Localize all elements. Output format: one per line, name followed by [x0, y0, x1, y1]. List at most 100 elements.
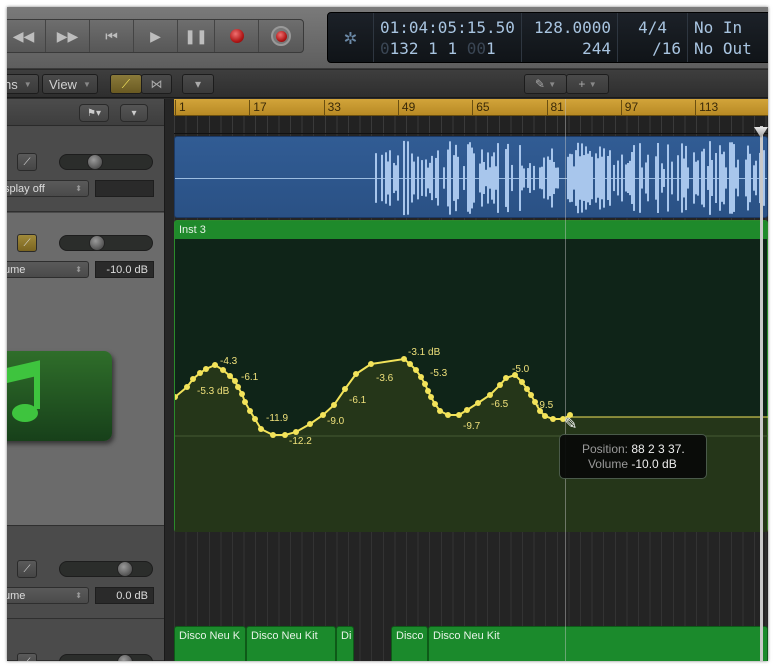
waveform-peak: [587, 153, 589, 203]
waveform-peak: [571, 154, 573, 202]
flag-icon: ⚑▾: [87, 107, 101, 119]
automation-lane[interactable]: -5.3 dB -4.3 -6.1 -11.9 -12.2 -9.0 -6.1 -3.6 -3.…: [175, 239, 768, 532]
record-button[interactable]: [215, 20, 259, 52]
pointer-tool-menu[interactable]: ✎ ▼: [524, 74, 567, 94]
header-divider[interactable]: [164, 99, 174, 661]
division[interactable]: /16: [652, 38, 681, 59]
automation-node: [437, 408, 443, 414]
track-automation-button[interactable]: ⟋: [17, 560, 37, 578]
automation-parameter-select[interactable]: ume ⬍: [7, 587, 89, 604]
volume-knob[interactable]: [87, 154, 103, 170]
automation-value-label: -5.0: [512, 364, 530, 375]
track-options-button[interactable]: ▾: [120, 104, 148, 122]
automation-node: [432, 401, 438, 407]
capture-record-button[interactable]: [259, 20, 303, 52]
volume-knob[interactable]: [117, 561, 133, 577]
bar-ruler[interactable]: 1173349658197113129: [174, 99, 768, 116]
waveform-peak: [633, 145, 635, 211]
functions-menu[interactable]: ns ▼: [7, 74, 39, 94]
waveform-peak: [729, 142, 731, 214]
flex-toggle-button[interactable]: ⋈: [141, 74, 172, 94]
waveform-peak: [625, 164, 627, 192]
volume-slider[interactable]: [59, 654, 153, 661]
volume-knob[interactable]: [117, 654, 133, 661]
waveform-peak: [735, 167, 737, 189]
playhead[interactable]: [565, 99, 566, 661]
in-locator[interactable]: No In: [694, 17, 762, 38]
drum-region[interactable]: Disco Neu Kit: [246, 626, 336, 661]
command-tool-menu[interactable]: + ▼: [566, 74, 609, 94]
audio-region[interactable]: [174, 136, 768, 218]
automation-parameter-select[interactable]: ume ⬍: [7, 261, 89, 278]
catch-button[interactable]: ▾: [182, 74, 214, 94]
waveform-peak: [599, 146, 601, 210]
track-automation-button[interactable]: ⟋: [17, 234, 37, 252]
fast-forward-button[interactable]: ▶▶: [46, 20, 90, 52]
automation-node: [239, 391, 245, 397]
automation-node: [524, 386, 530, 392]
automation-value-field[interactable]: -10.0 dB: [95, 261, 154, 278]
automation-node: [203, 366, 209, 372]
track-header-drums[interactable]: ⟋ ume ⬍ 0.0 dB: [7, 527, 164, 619]
marker-flag-button[interactable]: ⚑▾: [79, 104, 109, 122]
lcd-display[interactable]: ✲ 01:04:05:15.50 0132 1 1 001 128.0000 2…: [327, 12, 768, 63]
automation-parameter-select[interactable]: splay off ⬍: [7, 180, 89, 197]
position-value: 88 2 3 37.: [631, 441, 685, 456]
volume-slider[interactable]: [59, 561, 153, 577]
play-button[interactable]: ▶: [134, 20, 178, 52]
waveform-peak: [687, 167, 689, 189]
waveform-peak: [547, 156, 549, 200]
midi-region-inst3[interactable]: Inst 3 -5.3 dB -4.3 -6.1 -11.9 -12.2 -9.0 -6.1…: [174, 220, 768, 532]
track-automation-button[interactable]: ⟋: [17, 653, 37, 661]
arrange-area[interactable]: 1173349658197113129 Inst 3 -5.3 dB-4.3-6…: [174, 99, 768, 661]
pause-icon: ❚❚: [184, 27, 208, 44]
rewind-button[interactable]: ◀◀: [7, 20, 46, 52]
time-signature[interactable]: 4/4: [638, 17, 681, 38]
project-end-marker[interactable]: [760, 126, 763, 661]
waveform-peak: [721, 154, 723, 202]
volume-automation-curve[interactable]: -5.3 dB-4.3-6.1-11.9-12.2-9.0-6.1-3.6-3.…: [175, 239, 768, 532]
automation-value-field[interactable]: 0.0 dB: [95, 587, 154, 604]
automation-toggle-button[interactable]: ⟋: [110, 74, 142, 94]
waveform-peak: [411, 153, 413, 203]
drum-region[interactable]: Disco Neu Kit: [428, 626, 768, 661]
pause-button[interactable]: ❚❚: [178, 20, 215, 52]
drum-region[interactable]: Disco: [391, 626, 428, 661]
waveform-peak: [577, 142, 579, 214]
volume-slider[interactable]: [59, 235, 153, 251]
dropdown-icon: ▾: [131, 107, 137, 119]
waveform-peak: [487, 152, 489, 204]
track-automation-button[interactable]: ⟋: [17, 153, 37, 171]
volume-label: Volume: [587, 456, 628, 471]
waveform-peak: [575, 150, 577, 206]
view-menu[interactable]: View ▼: [42, 74, 98, 94]
beat-ruler[interactable]: [174, 116, 768, 134]
automation-value-label: -6.1: [241, 372, 259, 383]
waveform-peak: [693, 152, 695, 204]
track-header-next[interactable]: ⟋: [7, 620, 164, 661]
waveform-peak: [527, 168, 529, 188]
volume-knob[interactable]: [89, 235, 105, 251]
track-header-inst3[interactable]: ⟋ ume ⬍ -10.0 dB: [7, 213, 164, 526]
region-name: Inst 3: [175, 221, 767, 239]
waveform-peak: [639, 143, 641, 213]
go-to-beginning-button[interactable]: ⏮: [90, 20, 134, 52]
tempo-value[interactable]: 128.0000: [534, 17, 611, 38]
out-locator[interactable]: No Out: [694, 38, 762, 59]
waveform-peak: [737, 159, 739, 197]
waveform-peak: [493, 152, 495, 204]
drum-region[interactable]: Disco Neu K: [174, 626, 246, 661]
lcd-settings-button[interactable]: ✲: [328, 13, 374, 62]
waveform-peak: [375, 153, 377, 203]
automation-value-field[interactable]: [95, 180, 154, 197]
automation-node: [353, 371, 359, 377]
waveform-peak: [645, 162, 647, 194]
record-icon: [229, 29, 244, 43]
waveform-peak: [597, 158, 599, 198]
crosshair-icon: +: [578, 77, 586, 91]
drum-region[interactable]: Di: [336, 626, 354, 661]
volume-slider[interactable]: [59, 154, 153, 170]
waveform-peak: [473, 153, 475, 203]
track-header-audio[interactable]: ⟋ splay off ⬍: [7, 127, 164, 212]
waveform-peak: [507, 143, 509, 213]
